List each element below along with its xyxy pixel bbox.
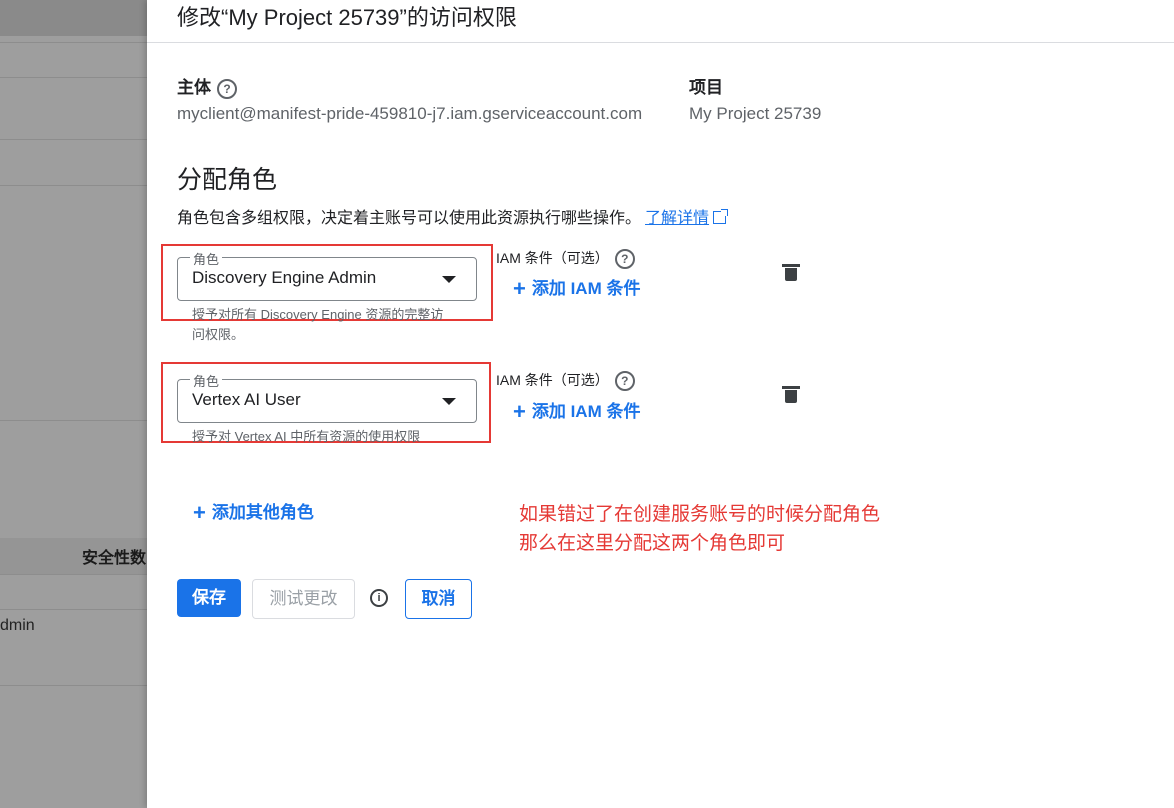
plus-icon: + [193,500,206,525]
role-select-value: Discovery Engine Admin [192,268,377,287]
help-icon[interactable]: ? [217,78,237,99]
role-hint-2: 授予对 Vertex AI 中所有资源的使用权限 [192,429,421,444]
plus-icon: + [513,276,526,301]
annotation-line-1: 如果错过了在创建服务账号的时候分配角色 [519,504,881,525]
trash-body [785,268,797,281]
iam-condition-label-text: IAM 条件（可选） [496,372,609,388]
role-select-1[interactable]: 角色 Discovery Engine Admin [177,249,477,301]
background-row-divider [0,609,147,610]
edit-access-panel: 修改“My Project 25739”的访问权限 主体? myclient@m… [147,0,1174,808]
project-label: 项目 [689,78,723,97]
panel-title: 修改“My Project 25739”的访问权限 [177,5,517,30]
section-description-text: 角色包含多组权限，决定着主账号可以使用此资源执行哪些操作。 [177,210,642,227]
principal-label-row: 主体? [177,73,237,99]
role-select-value: Vertex AI User [192,390,301,409]
background-page: 安全性数 dmin [0,0,147,808]
background-row-divider [0,685,147,686]
trash-body [785,390,797,403]
learn-more-link[interactable]: 了解详情 [645,210,709,227]
principal-value: myclient@manifest-pride-459810-j7.iam.gs… [177,104,643,123]
delete-role-1-trash-icon[interactable] [782,264,800,281]
external-link-icon [713,209,729,224]
role-select-2[interactable]: 角色 Vertex AI User [177,371,477,423]
title-divider [147,42,1174,43]
annotation-line-2: 那么在这里分配这两个角色即可 [519,533,786,554]
principal-label: 主体 [177,78,211,97]
dropdown-arrow-icon [442,276,456,283]
project-value: My Project 25739 [689,104,822,123]
delete-role-2-trash-icon[interactable] [782,386,800,403]
dropdown-arrow-icon [442,398,456,405]
role-select-legend: 角色 [190,249,223,268]
background-row-divider [0,42,147,43]
add-iam-condition-label: 添加 IAM 条件 [531,402,641,421]
background-header [0,0,147,36]
help-icon[interactable]: ? [614,249,635,270]
iam-condition-label-1: IAM 条件（可选）? [496,248,635,270]
trash-lid [782,264,800,267]
add-iam-condition-label: 添加 IAM 条件 [531,279,641,298]
info-icon[interactable]: i [370,589,388,607]
cancel-button[interactable]: 取消 [405,579,472,619]
background-row-divider [0,420,147,421]
role-hint-1: 授予对所有 Discovery Engine 资源的完整访问权限。 [192,307,444,342]
test-changes-button[interactable]: 测试更改 [252,579,355,619]
trash-lid [782,386,800,389]
add-other-role-label: 添加其他角色 [211,503,314,522]
background-row-divider [0,77,147,78]
help-icon[interactable]: ? [614,371,635,392]
role-select-legend: 角色 [190,371,223,390]
background-row-divider [0,185,147,186]
add-other-role-button[interactable]: + 添加其他角色 [193,498,314,525]
section-description: 角色包含多组权限，决定着主账号可以使用此资源执行哪些操作。 了解详情 [177,204,729,228]
background-column-header-text: 安全性数 [82,550,147,567]
background-row-divider [0,139,147,140]
add-iam-condition-button-2[interactable]: + 添加 IAM 条件 [513,397,641,424]
iam-condition-label-text: IAM 条件（可选） [496,250,609,266]
annotation-note: 如果错过了在创建服务账号的时候分配角色 那么在这里分配这两个角色即可 [519,500,880,558]
background-row-divider [0,574,147,575]
section-title: 分配角色 [177,166,278,194]
background-cell-text: dmin [0,617,35,634]
save-button[interactable]: 保存 [177,579,241,617]
plus-icon: + [513,399,526,424]
iam-condition-label-2: IAM 条件（可选）? [496,370,635,392]
add-iam-condition-button-1[interactable]: + 添加 IAM 条件 [513,274,641,301]
